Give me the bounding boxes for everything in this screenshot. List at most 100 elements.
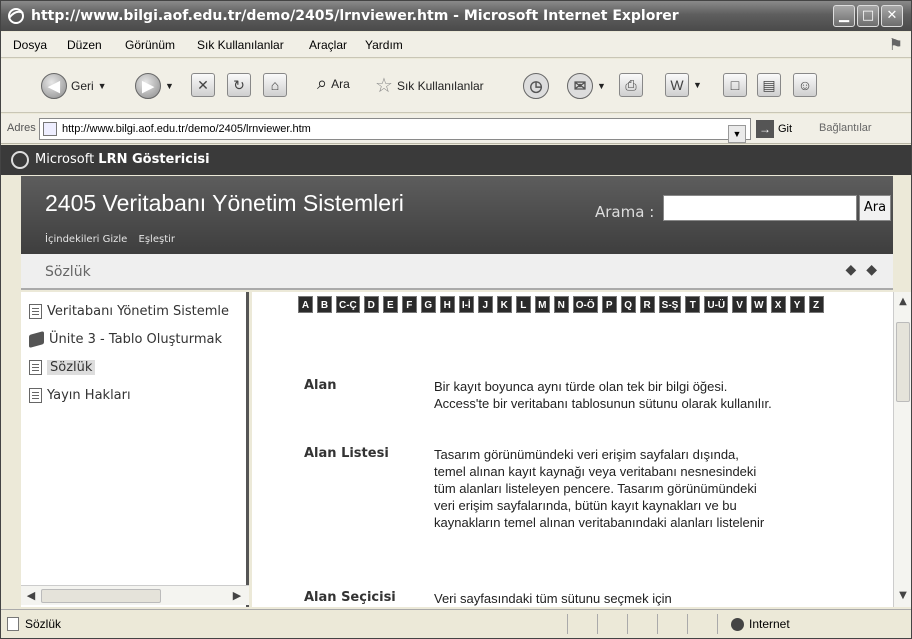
favorites-button[interactable]: ☆ Sık Kullanılanlar [375,73,484,98]
toc-horizontal-scrollbar[interactable]: ◀ ▶ [21,585,249,605]
stop-button[interactable]: ✕ [191,73,215,97]
glossary-definition: Bir kayıt boyunca aynı türde olan tek bi… [434,379,772,411]
menu-item-dosya[interactable]: Dosya [13,38,47,52]
document-icon [29,360,42,375]
internet-explorer-icon [8,8,24,24]
letter-link[interactable]: S-Ş [658,296,682,313]
edit-icon: W [665,73,689,97]
toc-item-selected[interactable]: Sözlük [29,360,96,375]
brand-prefix: Microsoft [35,152,99,167]
forward-button[interactable]: ▶ ▼ [135,73,174,99]
scroll-left-icon[interactable]: ◀ [23,588,39,604]
scroll-up-icon[interactable]: ▲ [895,294,911,310]
history-button[interactable]: ◷ [523,73,549,99]
address-dropdown-icon[interactable]: ▼ [728,125,746,143]
letter-link[interactable]: K [496,296,512,313]
mail-button[interactable]: ✉ ▼ [567,73,606,99]
address-url: http://www.bilgi.aof.edu.tr/demo/2405/lr… [62,123,311,135]
letter-link[interactable]: F [401,296,417,313]
scroll-thumb[interactable] [41,589,161,603]
close-button[interactable]: ✕ [881,5,903,27]
letter-link[interactable]: L [515,296,531,313]
letter-link[interactable]: H [439,296,455,313]
next-page-icon[interactable]: ◆ [866,262,887,278]
toc-item-label: Sözlük [47,360,96,375]
research-button[interactable]: ▤ [757,73,781,97]
course-header: 2405 Veritabanı Yönetim Sistemleri İçind… [21,176,893,254]
status-divider [717,614,718,634]
letter-link[interactable]: I-İ [458,296,474,313]
letter-link[interactable]: N [553,296,569,313]
letter-link[interactable]: Y [789,296,805,313]
links-button[interactable]: Bağlantılar [819,122,872,134]
letter-link[interactable]: X [770,296,786,313]
status-text: Sözlük [25,617,62,631]
go-button[interactable]: → Git [756,120,792,138]
letter-link[interactable]: T [685,296,701,313]
glossary-term: Alan Seçicisi [304,590,396,605]
print-icon: ⎙ [619,73,643,97]
microsoft-logo-icon [11,151,29,169]
hide-toc-link[interactable]: İçindekileri Gizle [45,234,127,245]
browser-window: http://www.bilgi.aof.edu.tr/demo/2405/lr… [0,0,912,639]
search-input[interactable] [663,195,857,221]
letter-link[interactable]: W [751,296,767,313]
letter-link[interactable]: U-Ü [704,296,729,313]
letter-link[interactable]: V [732,296,748,313]
letter-link[interactable]: M [534,296,550,313]
letter-link[interactable]: C-Ç [336,296,360,313]
previous-page-icon[interactable]: ◆ [845,262,866,278]
discuss-icon: □ [723,73,747,97]
scroll-down-icon[interactable]: ▼ [895,588,911,604]
edit-button[interactable]: W ▼ [665,73,702,97]
minimize-button[interactable]: ▁ [833,5,855,27]
letter-link[interactable]: Q [620,296,636,313]
content-vertical-scrollbar[interactable]: ▲ ▼ [893,292,911,607]
refresh-icon: ↻ [227,73,251,97]
search-submit-button[interactable]: Ara [859,195,891,221]
toc-item[interactable]: Ünite 3 - Tablo Oluşturmak [29,330,222,349]
chevron-down-icon: ▼ [97,81,107,91]
toc-item[interactable]: Veritabanı Yönetim Sistemle [29,304,229,319]
letter-link[interactable]: R [639,296,655,313]
maximize-button[interactable]: □ [857,5,879,27]
discuss-button[interactable]: □ [723,73,747,97]
letter-link[interactable]: D [363,296,379,313]
toc-item-label: Ünite 3 - Tablo Oluşturmak [49,332,222,347]
toolbar: ◀ Geri ▼ ▶ ▼ ✕ ↻ ⌂ ⌕ Ara ☆ Sık Kullanıla… [1,59,911,113]
address-input[interactable]: http://www.bilgi.aof.edu.tr/demo/2405/lr… [39,118,751,143]
menu-item-gorunum[interactable]: Görünüm [125,38,175,52]
window-title: http://www.bilgi.aof.edu.tr/demo/2405/lr… [31,8,679,24]
page-icon [43,122,57,136]
status-divider [627,614,628,634]
refresh-button[interactable]: ↻ [227,73,251,97]
back-button[interactable]: ◀ Geri ▼ [41,73,107,99]
menu-item-favorites[interactable]: Sık Kullanılanlar [197,38,284,52]
search-button[interactable]: ⌕ Ara [317,73,350,94]
menu-item-duzen[interactable]: Düzen [67,38,102,52]
letter-link[interactable]: A [298,296,313,313]
letter-link[interactable]: G [420,296,436,313]
letter-link[interactable]: B [317,296,332,313]
document-icon [29,388,42,403]
viewer-brand: Microsoft LRN Göstericisi [35,145,210,175]
menu-item-yardim[interactable]: Yardım [365,38,403,52]
status-bar: Sözlük Internet [1,609,911,638]
scroll-right-icon[interactable]: ▶ [229,588,245,604]
page-nav: ◆◆ [845,262,887,278]
letter-link[interactable]: Z [808,296,824,313]
letter-link[interactable]: O-Ö [572,296,598,313]
print-button[interactable]: ⎙ [619,73,643,97]
letter-link[interactable]: J [477,296,493,313]
messenger-button[interactable]: ☺ [793,73,817,97]
address-bar: Adres http://www.bilgi.aof.edu.tr/demo/2… [1,114,911,144]
menu-item-araclar[interactable]: Araçlar [309,38,347,52]
letter-link[interactable]: E [382,296,398,313]
letter-link[interactable]: P [601,296,617,313]
scroll-thumb[interactable] [896,322,910,402]
document-icon [29,304,42,319]
home-button[interactable]: ⌂ [263,73,287,97]
toc-item[interactable]: Yayın Hakları [29,388,131,403]
toc-item-label: Yayın Hakları [47,388,131,403]
sync-link[interactable]: Eşleştir [139,234,175,245]
